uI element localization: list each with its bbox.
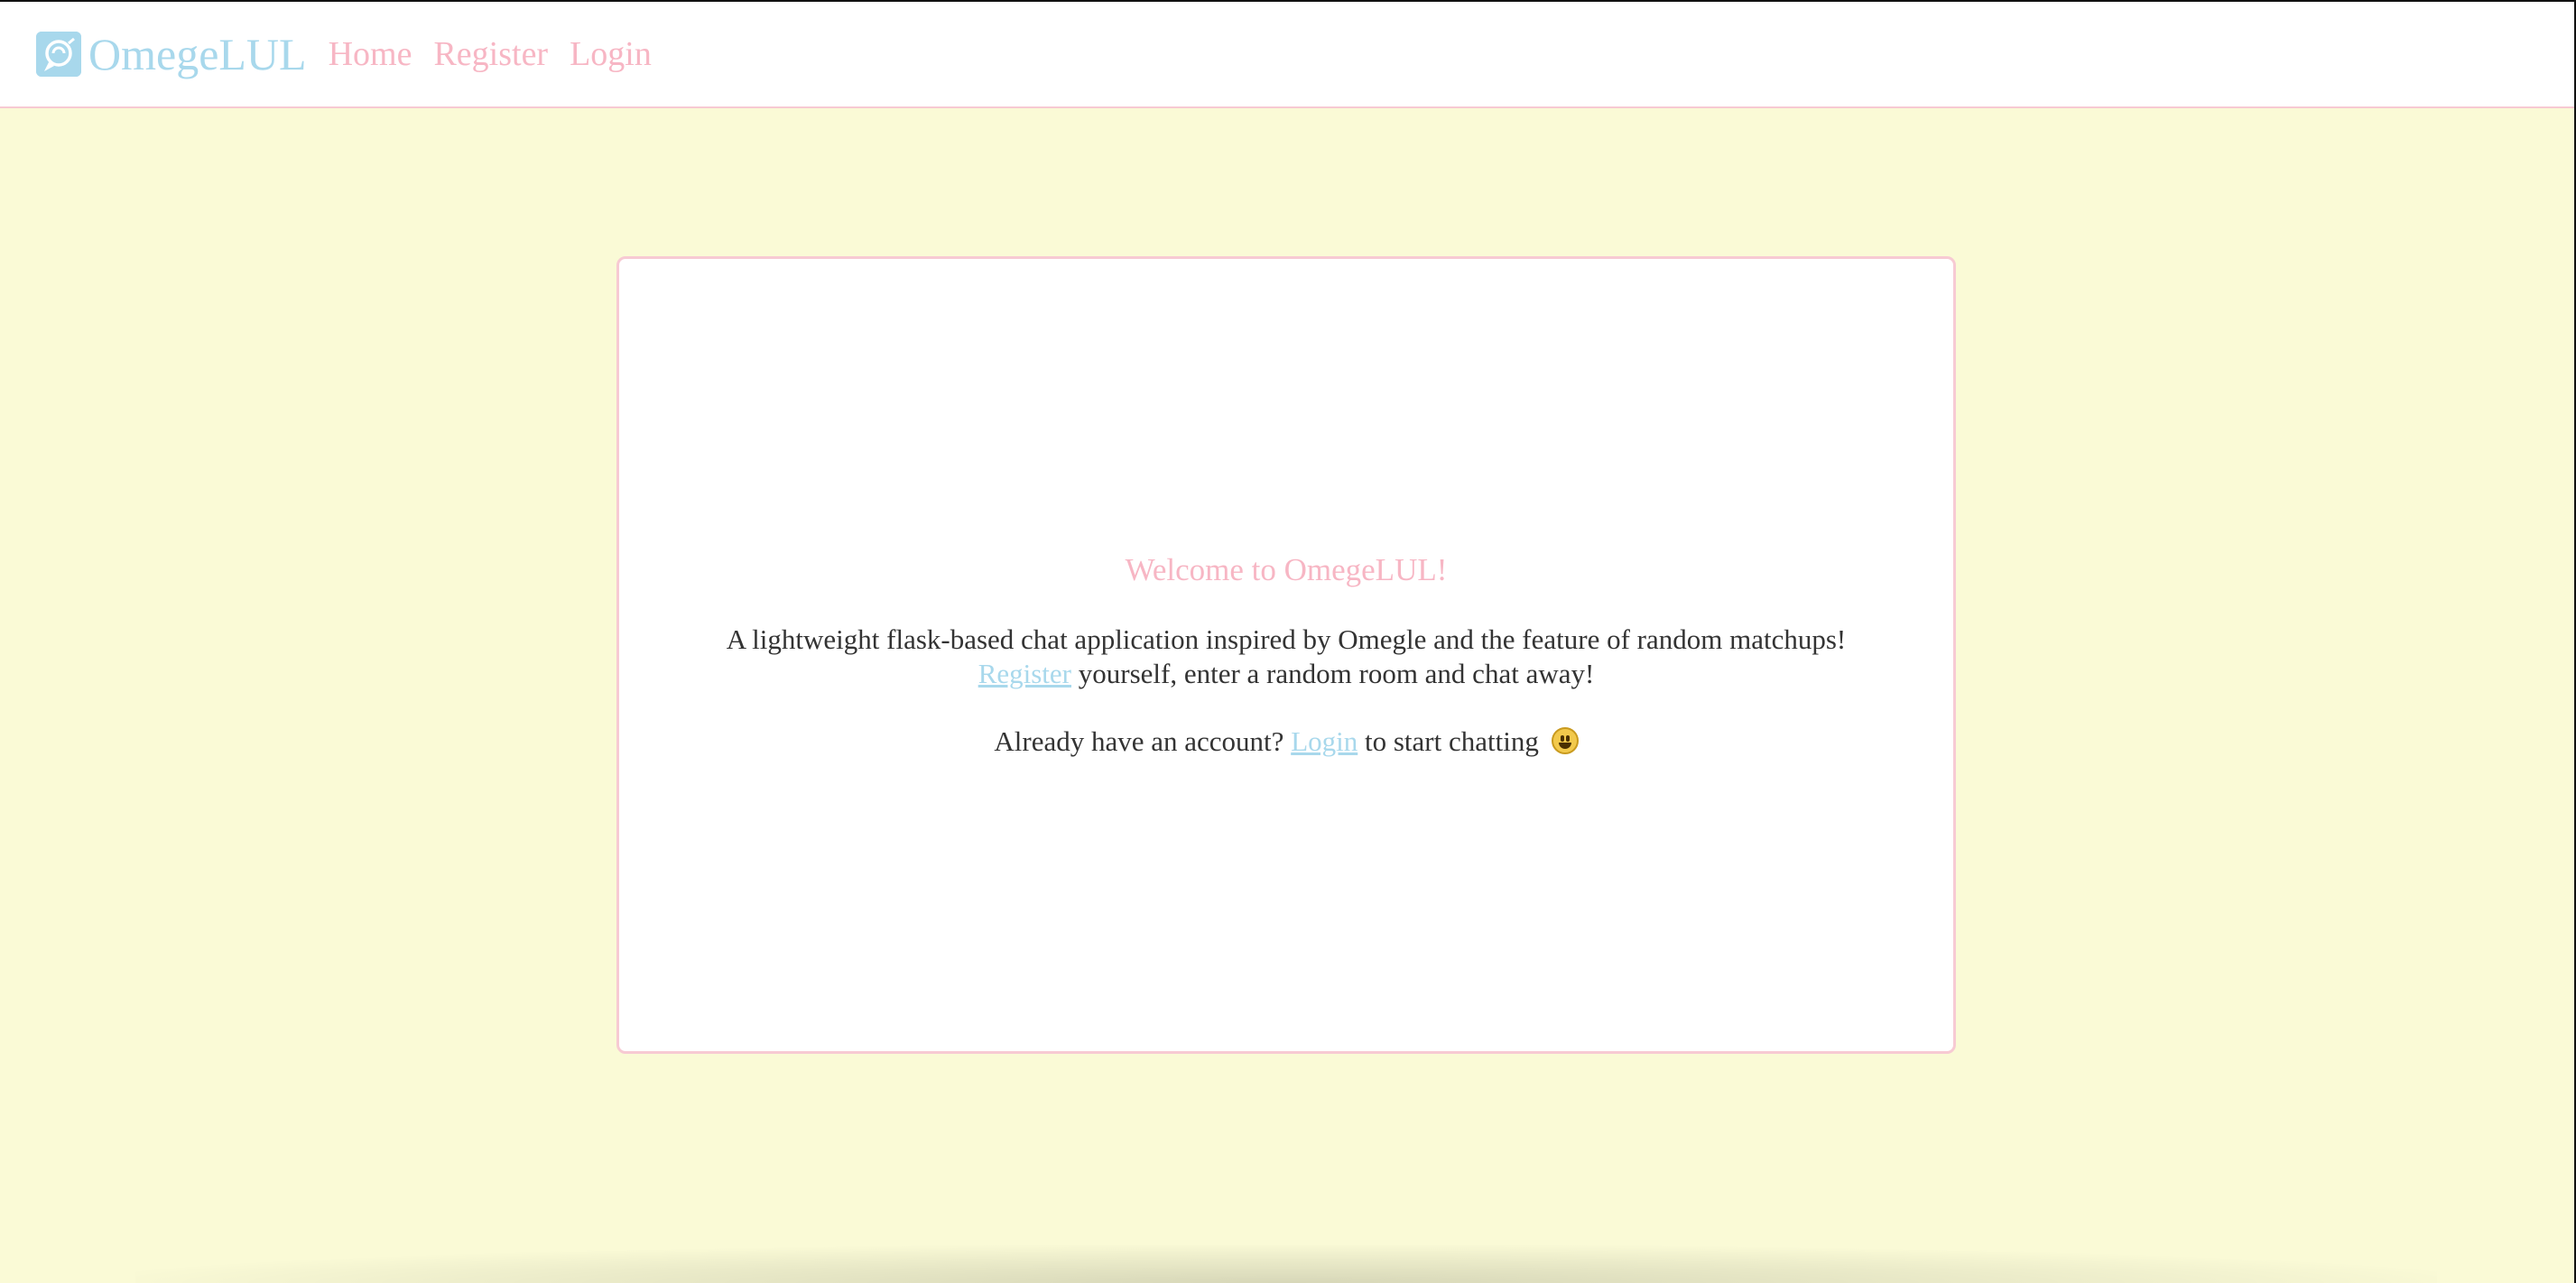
nav-link-login[interactable]: Login	[570, 37, 652, 71]
nav-link-home[interactable]: Home	[329, 37, 412, 71]
grinning-face-icon	[1551, 727, 1579, 754]
account-prompt-text: Already have an account?	[994, 725, 1292, 757]
navbar: OmegeLUL Home Register Login	[0, 2, 2574, 108]
app-description: A lightweight flask-based chat applicati…	[619, 623, 1953, 691]
nav-link-register[interactable]: Register	[433, 37, 548, 71]
account-prompt: Already have an account? Login to start …	[619, 725, 1953, 759]
description-line1: A lightweight flask-based chat applicati…	[726, 623, 1847, 655]
brand-name: OmegeLUL	[88, 29, 307, 79]
account-prompt-rest: to start chatting	[1357, 725, 1539, 757]
brand-link[interactable]: OmegeLUL	[36, 32, 307, 77]
brand-logo-icon	[36, 32, 81, 77]
welcome-card: Welcome to OmegeLUL! A lightweight flask…	[616, 256, 1956, 1054]
register-link[interactable]: Register	[978, 658, 1071, 689]
description-line2: yourself, enter a random room and chat a…	[1071, 658, 1595, 689]
welcome-title: Welcome to OmegeLUL!	[1125, 552, 1448, 587]
login-link[interactable]: Login	[1291, 725, 1357, 757]
bottom-shadow	[135, 1245, 2437, 1283]
